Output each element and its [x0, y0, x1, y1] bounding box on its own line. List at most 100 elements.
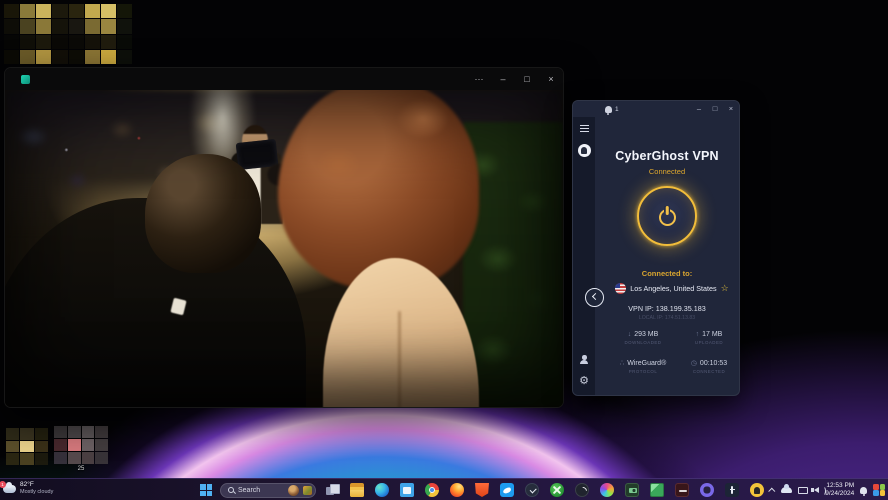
- power-button[interactable]: [637, 186, 697, 246]
- maximize-button[interactable]: □: [515, 68, 539, 90]
- twitter-icon[interactable]: [499, 482, 515, 498]
- tray-time: 12:53 PM: [826, 482, 854, 490]
- edge-icon[interactable]: [374, 482, 390, 498]
- stat-value: 293 MB: [634, 331, 658, 338]
- weather-temp: 82°F: [20, 481, 53, 489]
- cyberghost-icon[interactable]: [749, 482, 765, 498]
- task-view-glyph: [325, 483, 339, 497]
- notification-bell-icon[interactable]: [605, 106, 612, 113]
- video-player-icon[interactable]: [674, 482, 690, 498]
- menu-icon[interactable]: [580, 125, 589, 132]
- xbox-icon[interactable]: [549, 482, 565, 498]
- search-highlight-image[interactable]: [288, 485, 299, 496]
- close-button[interactable]: ×: [723, 101, 739, 117]
- server-row[interactable]: Los Angeles, United States ☆: [605, 283, 739, 294]
- censored-desktop-icons-top[interactable]: [4, 4, 132, 64]
- colorful-icon[interactable]: [599, 482, 615, 498]
- cyberghost-logo-icon[interactable]: [578, 144, 591, 157]
- video-scene[interactable]: [5, 90, 563, 407]
- clock-widget[interactable]: 12:53 PM 9/24/2024: [825, 482, 854, 499]
- stat-label: DOWNLOADED: [607, 340, 679, 345]
- notifications-bell-icon[interactable]: [860, 487, 867, 494]
- download-arrow-icon: [628, 331, 632, 338]
- brave-glyph: [475, 483, 489, 497]
- minimize-button[interactable]: –: [691, 101, 707, 117]
- desktop-icon-label: 25: [54, 466, 108, 472]
- store-icon[interactable]: [399, 482, 415, 498]
- file-explorer-icon[interactable]: [349, 482, 365, 498]
- desktop: 25 ··· – □ ×: [0, 0, 888, 500]
- stat-label: UPLOADED: [673, 340, 740, 345]
- connection-status: Connected: [595, 167, 739, 176]
- stat-value: WireGuard®: [627, 360, 666, 367]
- dark-check-glyph: [525, 483, 539, 497]
- firefox-icon[interactable]: [449, 482, 465, 498]
- gauge-icon[interactable]: [574, 482, 590, 498]
- video-window-titlebar[interactable]: ··· – □ ×: [5, 68, 563, 90]
- task-view-icon[interactable]: [324, 482, 340, 498]
- xbox-glyph: [550, 483, 564, 497]
- notification-count: 1: [615, 106, 619, 113]
- search-box[interactable]: Search: [220, 483, 316, 498]
- firefox-glyph: [450, 483, 464, 497]
- search-label: Search: [238, 487, 284, 494]
- f-app-glyph: [725, 483, 739, 497]
- censored-desktop-icon-bottom-1[interactable]: [6, 428, 48, 465]
- search-mini-image: [303, 486, 312, 495]
- onedrive-cloud-icon[interactable]: [781, 487, 792, 493]
- system-tray: 12:53 PM 9/24/2024: [770, 479, 885, 500]
- tray-overflow-chevron-icon[interactable]: [769, 487, 776, 494]
- cube-app-glyph: [650, 483, 664, 497]
- edge-glyph: [375, 483, 389, 497]
- weather-badge: 1: [0, 481, 6, 488]
- stat-value: 17 MB: [702, 331, 722, 338]
- vpn-ip-text: VPN IP: 138.199.35.183: [595, 304, 739, 313]
- camera-app-glyph: [625, 483, 639, 497]
- display-icon[interactable]: [798, 487, 808, 494]
- weather-widget[interactable]: 1 82°F Mostly cloudy: [3, 481, 53, 496]
- more-options-button[interactable]: ···: [467, 68, 491, 90]
- weather-cloud-icon: 1: [3, 485, 16, 493]
- us-flag-icon: [615, 283, 626, 294]
- cyberghost-glyph: [750, 483, 764, 497]
- vpn-main-panel: CyberGhost VPN Connected Connected to: L…: [595, 117, 739, 396]
- chrome-glyph: [425, 483, 439, 497]
- local-ip-text: LOCAL IP: 174.51.13.83: [595, 315, 739, 321]
- vpn-titlebar[interactable]: 1 – □ ×: [573, 101, 739, 117]
- nb-glyph: [700, 483, 714, 497]
- colorful-app-tray-icon[interactable]: [873, 484, 885, 496]
- vpn-app-title: CyberGhost VPN: [595, 149, 739, 163]
- stat-value: 00:10:53: [700, 360, 727, 367]
- minimize-button[interactable]: –: [491, 68, 515, 90]
- stat-label: PROTOCOL: [607, 369, 679, 374]
- camera-app-icon[interactable]: [624, 482, 640, 498]
- start-button[interactable]: [198, 482, 214, 498]
- protocol-icon: [620, 360, 624, 367]
- brave-icon[interactable]: [474, 482, 490, 498]
- settings-gear-icon[interactable]: [579, 376, 589, 387]
- stat-label: CONNECTED: [673, 369, 740, 374]
- cube-app-icon[interactable]: [649, 482, 665, 498]
- censored-desktop-icon-bottom-2[interactable]: [54, 426, 108, 464]
- account-icon[interactable]: [579, 355, 589, 364]
- vpn-body: CyberGhost VPN Connected Connected to: L…: [573, 117, 739, 396]
- cyberghost-vpn-window: 1 – □ × CyberGhost VPN Connected Connect…: [572, 100, 740, 396]
- maximize-button[interactable]: □: [707, 101, 723, 117]
- dark-check-icon[interactable]: [524, 482, 540, 498]
- stat-protocol: WireGuard® PROTOCOL: [607, 360, 679, 374]
- f-app-icon[interactable]: [724, 482, 740, 498]
- vignette: [5, 90, 563, 407]
- timer-icon: [691, 360, 697, 367]
- vpn-sidebar: [573, 117, 595, 396]
- twitter-glyph: [500, 483, 514, 497]
- close-button[interactable]: ×: [539, 68, 563, 90]
- upload-arrow-icon: [696, 331, 700, 338]
- gauge-glyph: [575, 483, 589, 497]
- video-player-window: ··· – □ ×: [4, 67, 564, 408]
- stat-downloaded: 293 MB DOWNLOADED: [607, 331, 679, 345]
- chrome-icon[interactable]: [424, 482, 440, 498]
- colorful-glyph: [600, 483, 614, 497]
- nb-icon[interactable]: [699, 482, 715, 498]
- volume-icon[interactable]: [814, 487, 819, 493]
- favorite-star-icon[interactable]: ☆: [721, 284, 729, 293]
